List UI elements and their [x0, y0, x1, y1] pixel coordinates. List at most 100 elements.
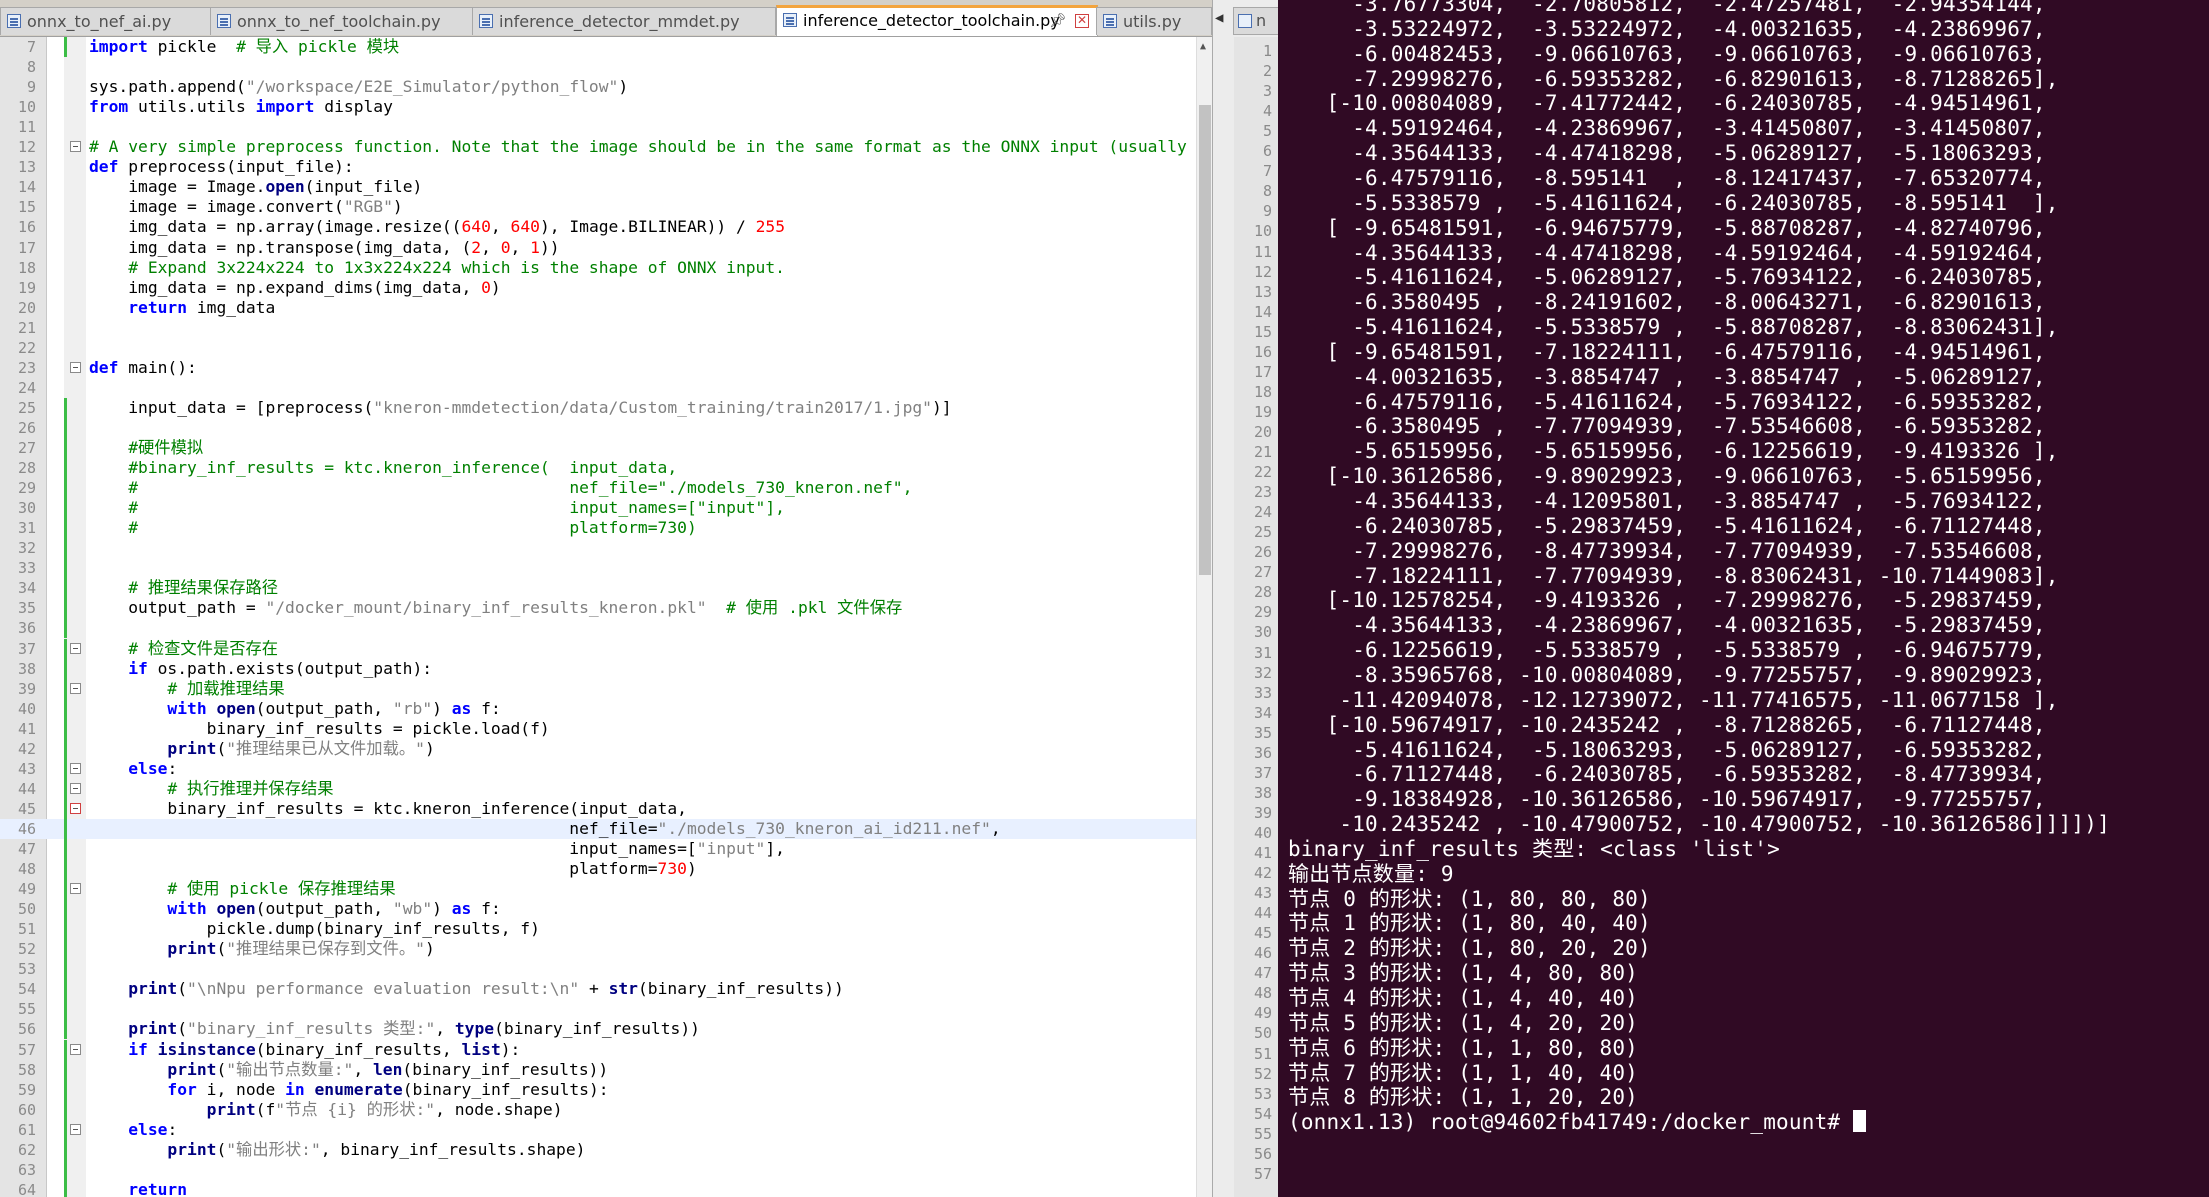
- tab-inference-detector-mmdet[interactable]: inference_detector_mmdet.py: [472, 7, 776, 35]
- code-text: return img_data: [128, 297, 276, 317]
- change-marker: [64, 438, 67, 458]
- code-line[interactable]: 14 image = Image.open(input_file): [0, 177, 1196, 197]
- tab-onnx-to-nef-toolchain[interactable]: onnx_to_nef_toolchain.py: [210, 7, 474, 35]
- code-text-area[interactable]: 7 import pickle # 导入 pickle 模块 8 9 sys.path.…: [0, 37, 1196, 1197]
- scrollbar-thumb[interactable]: [1199, 105, 1211, 575]
- code-text: if isinstance(binary_inf_results, list):: [128, 1039, 521, 1059]
- code-line[interactable]: 28 #binary_inf_results = ktc.kneron_infe…: [0, 458, 1196, 479]
- code-line[interactable]: 44 # 执行推理并保存结果: [0, 778, 1196, 799]
- code-line[interactable]: 12 # A very simple preprocess function. N…: [0, 137, 1196, 157]
- code-line[interactable]: 21: [0, 318, 1196, 338]
- terminal-window[interactable]: -3.76773304, -2.70805812, -2.47257481, -…: [1278, 0, 2209, 1197]
- terminal-prompt-line[interactable]: (onnx1.13) root@94602fb41749:/docker_mou…: [1288, 1110, 1867, 1135]
- code-text: image = Image.open(input_file): [89, 177, 423, 197]
- second-view-tab[interactable]: n: [1233, 7, 1279, 35]
- code-line[interactable]: 63: [0, 1159, 1196, 1180]
- change-marker: [64, 638, 67, 659]
- tab-onnx-to-nef-ai[interactable]: onnx_to_nef_ai.py: [0, 7, 212, 35]
- code-line[interactable]: 54 print("\nNpu performance evaluation r…: [0, 979, 1196, 1000]
- code-line[interactable]: 20 return img_data: [0, 298, 1196, 318]
- code-line[interactable]: 38 if os.path.exists(output_path):: [0, 658, 1196, 679]
- code-text: print("推理结果已保存到文件。"): [167, 939, 435, 959]
- code-line[interactable]: 52 print("推理结果已保存到文件。"): [0, 939, 1196, 960]
- code-line[interactable]: 10 from utils.utils import display: [0, 97, 1196, 117]
- code-line[interactable]: 48 platform=730): [0, 859, 1196, 880]
- code-editor-pane[interactable]: onnx_to_nef_ai.py onnx_to_nef_toolchain.…: [0, 0, 1212, 1197]
- code-line[interactable]: 50 with open(output_path, "wb") as f:: [0, 899, 1196, 920]
- code-line[interactable]: 31 # platform=730): [0, 518, 1196, 539]
- code-line[interactable]: 61 else:: [0, 1119, 1196, 1140]
- close-tab-icon[interactable]: ✕: [1075, 14, 1089, 28]
- code-line[interactable]: 13 def preprocess(input_file):: [0, 157, 1196, 177]
- code-line[interactable]: 46 nef_file="./models_730_kneron_ai_id21…: [0, 818, 1196, 839]
- code-line[interactable]: 39 # 加载推理结果: [0, 678, 1196, 699]
- code-line[interactable]: 8: [0, 57, 1196, 77]
- code-line[interactable]: 15 image = image.convert("RGB"): [0, 197, 1196, 217]
- code-line[interactable]: 33: [0, 558, 1196, 579]
- code-line[interactable]: 45 binary_inf_results = ktc.kneron_infer…: [0, 798, 1196, 819]
- change-marker: [64, 658, 67, 679]
- fold-toggle-icon[interactable]: [70, 682, 81, 694]
- code-line[interactable]: 22: [0, 338, 1196, 358]
- code-line[interactable]: 41 binary_inf_results = pickle.load(f): [0, 718, 1196, 739]
- fold-toggle-icon[interactable]: [70, 361, 81, 373]
- code-line[interactable]: 27 #硬件模拟: [0, 438, 1196, 458]
- code-line[interactable]: 36: [0, 618, 1196, 639]
- code-line[interactable]: 62 print("输出形状:", binary_inf_results.sha…: [0, 1139, 1196, 1160]
- fold-toggle-icon[interactable]: [70, 762, 81, 774]
- code-line[interactable]: 60 print(f"节点 {i} 的形状:", node.shape): [0, 1099, 1196, 1120]
- code-line[interactable]: 53: [0, 959, 1196, 980]
- fold-toggle-icon[interactable]: [70, 642, 81, 654]
- code-line[interactable]: 23 def main():: [0, 358, 1196, 378]
- code-line[interactable]: 55: [0, 999, 1196, 1020]
- code-line[interactable]: 56 print("binary_inf_results 类型:", type(…: [0, 1019, 1196, 1040]
- pin-icon[interactable]: 📌︎: [1049, 8, 1067, 34]
- code-line[interactable]: 32: [0, 538, 1196, 559]
- code-line[interactable]: 24: [0, 378, 1196, 398]
- code-line[interactable]: 17 img_data = np.transpose(img_data, (2,…: [0, 238, 1196, 258]
- fold-toggle-icon[interactable]: [70, 141, 81, 153]
- tab-list-arrow-icon[interactable]: ◀: [1215, 10, 1223, 26]
- code-line[interactable]: 51 pickle.dump(binary_inf_results, f): [0, 919, 1196, 940]
- terminal-output-line: -3.53224972, -3.53224972, -4.00321635, -…: [1288, 16, 2046, 41]
- code-line[interactable]: 9 sys.path.append("/workspace/E2E_Simulat…: [0, 77, 1196, 97]
- line-number: 40: [17, 699, 36, 718]
- tab-utils[interactable]: utils.py: [1096, 7, 1212, 35]
- code-line[interactable]: 47 input_names=["input"],: [0, 839, 1196, 859]
- code-line[interactable]: 18 # Expand 3x224x224 to 1x3x224x224 whi…: [0, 258, 1196, 278]
- code-line[interactable]: 30 # input_names=["input"],: [0, 498, 1196, 519]
- change-marker: [64, 859, 67, 880]
- fold-toggle-icon[interactable]: [70, 883, 81, 895]
- code-line[interactable]: 29 # nef_file="./models_730_kneron.nef",: [0, 478, 1196, 499]
- tab-inference-detector-toolchain[interactable]: inference_detector_toolchain.py 📌︎ ✕: [776, 5, 1098, 36]
- code-line[interactable]: 64 return: [0, 1179, 1196, 1197]
- fold-toggle-icon[interactable]: [70, 1043, 81, 1055]
- scroll-up-arrow-icon[interactable]: ▲: [1200, 41, 1206, 52]
- code-line[interactable]: 57 if isinstance(binary_inf_results, lis…: [0, 1039, 1196, 1060]
- code-text: print("输出节点数量:", len(binary_inf_results)…: [167, 1059, 609, 1079]
- code-line[interactable]: 11: [0, 117, 1196, 137]
- change-marker: [64, 498, 67, 519]
- code-line[interactable]: 19 img_data = np.expand_dims(img_data, 0…: [0, 278, 1196, 298]
- fold-toggle-icon[interactable]: [70, 782, 81, 794]
- code-text: import pickle # 导入 pickle 模块: [89, 37, 400, 56]
- code-line[interactable]: 58 print("输出节点数量:", len(binary_inf_resul…: [0, 1059, 1196, 1080]
- line-number: 29: [17, 479, 36, 498]
- code-line[interactable]: 49 # 使用 pickle 保存推理结果: [0, 879, 1196, 900]
- code-line[interactable]: 34 # 推理结果保存路径: [0, 578, 1196, 599]
- fold-toggle-icon[interactable]: [70, 802, 81, 814]
- editor-vertical-scrollbar[interactable]: ▲: [1196, 37, 1212, 1197]
- code-line[interactable]: 42 print("推理结果已从文件加载。"): [0, 738, 1196, 759]
- code-line[interactable]: 35 output_path = "/docker_mount/binary_i…: [0, 598, 1196, 619]
- fold-toggle-icon[interactable]: [70, 1123, 81, 1135]
- code-line[interactable]: 26: [0, 417, 1196, 438]
- code-line[interactable]: 40 with open(output_path, "rb") as f:: [0, 698, 1196, 719]
- code-line[interactable]: 7 import pickle # 导入 pickle 模块: [0, 37, 1196, 57]
- terminal-output-line: -4.35644133, -4.12095801, -3.8854747 , -…: [1288, 489, 2046, 513]
- code-line[interactable]: 43 else:: [0, 758, 1196, 779]
- code-line[interactable]: 59 for i, node in enumerate(binary_inf_r…: [0, 1079, 1196, 1100]
- line-number: 36: [17, 619, 36, 638]
- code-line[interactable]: 16 img_data = np.array(image.resize((640…: [0, 217, 1196, 237]
- code-line[interactable]: 25 input_data = [preprocess("kneron-mmde…: [0, 397, 1196, 418]
- code-line[interactable]: 37 # 检查文件是否存在: [0, 638, 1196, 659]
